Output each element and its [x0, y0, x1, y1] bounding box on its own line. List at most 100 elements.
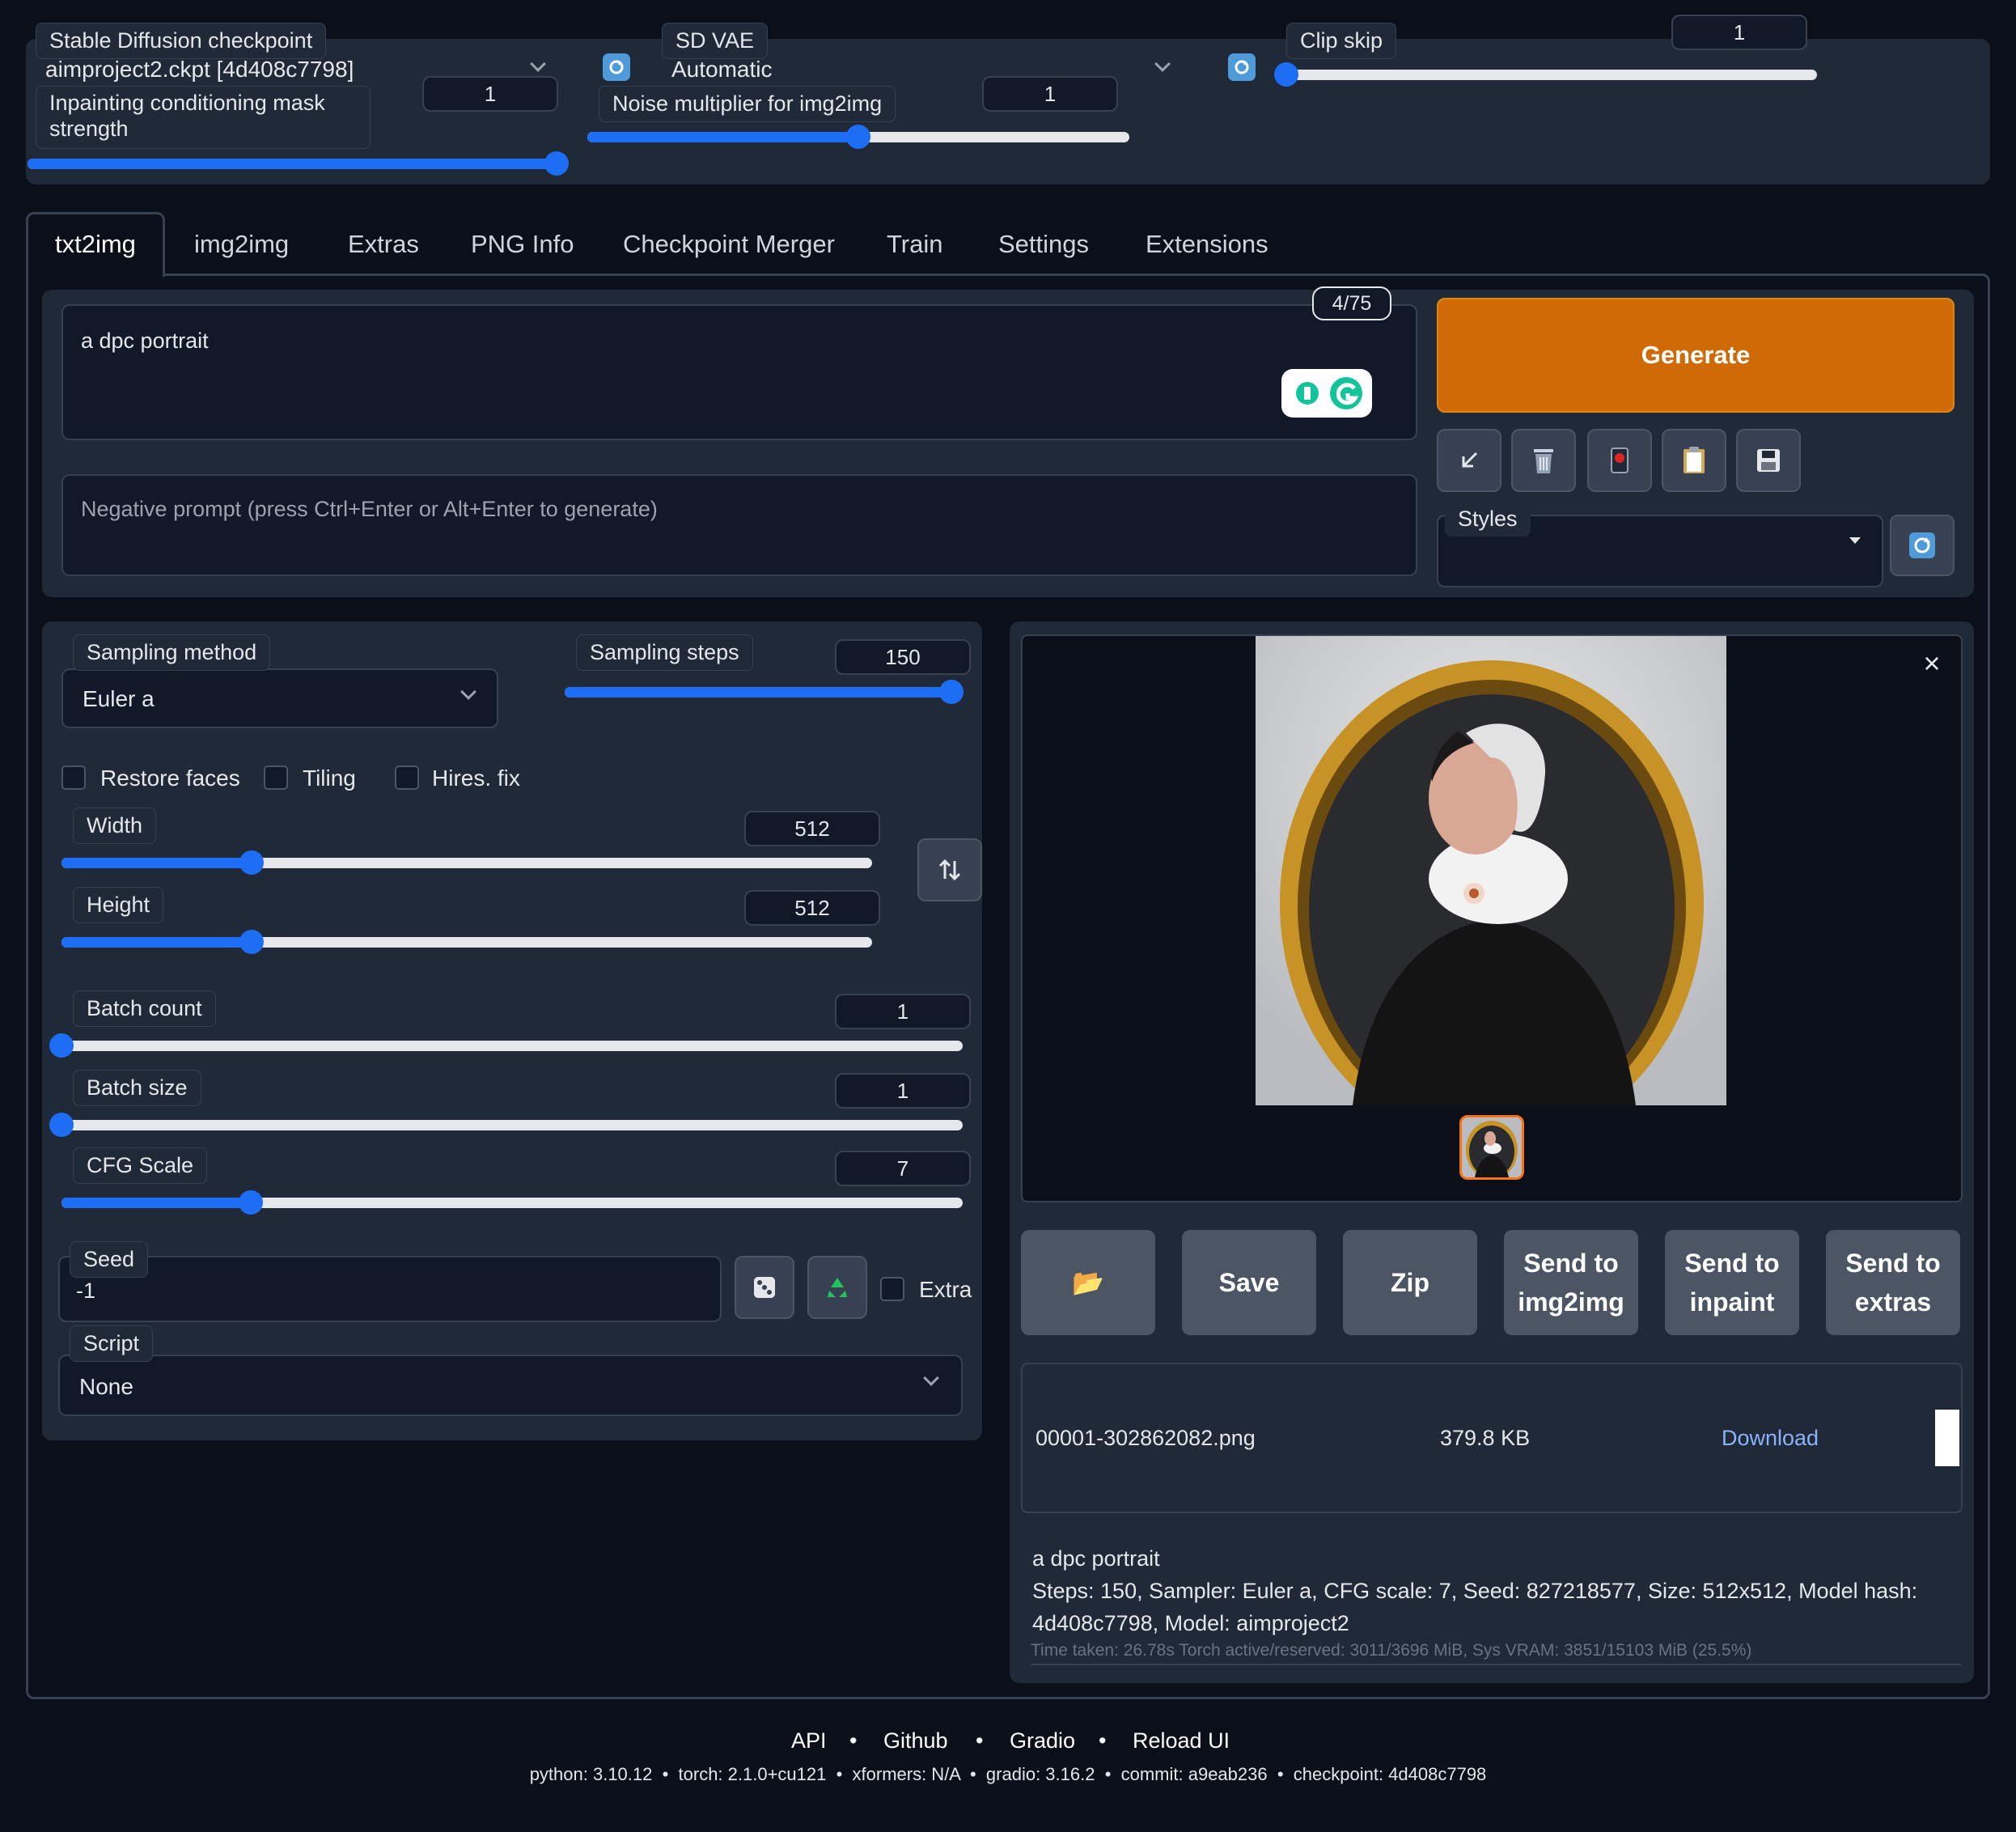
chevron-down-icon [923, 1370, 939, 1386]
close-image-button[interactable]: × [1919, 647, 1945, 680]
sampling-steps-slider[interactable] [565, 680, 964, 704]
batch-size-input[interactable]: 1 [835, 1073, 971, 1109]
tab-png-info[interactable]: PNG Info [471, 212, 574, 277]
batch-count-slider[interactable] [49, 1033, 963, 1058]
swap-dimensions-button[interactable] [917, 838, 982, 901]
seed-input[interactable]: -1 [58, 1256, 722, 1322]
vae-label: SD VAE [662, 23, 769, 59]
tab-checkpoint-merger[interactable]: Checkpoint Merger [623, 212, 835, 277]
random-seed-button[interactable] [735, 1256, 794, 1319]
inpaint-strength-slider[interactable] [28, 151, 569, 176]
width-input[interactable]: 512 [744, 811, 880, 846]
batch-size-slider[interactable] [49, 1113, 963, 1137]
save-button[interactable]: Save [1182, 1230, 1316, 1335]
height-slider[interactable] [61, 930, 872, 954]
footer-link-gradio[interactable]: Gradio [1010, 1728, 1075, 1754]
seed-label: Seed [70, 1241, 149, 1278]
reuse-seed-button[interactable] [807, 1256, 867, 1319]
send-to-inpaint-button[interactable]: Send to inpaint [1665, 1230, 1799, 1335]
file-size: 379.8 KB [1440, 1426, 1531, 1450]
folder-icon: 📂 [1072, 1268, 1104, 1297]
tab-train[interactable]: Train [887, 212, 942, 277]
chevron-down-icon [1154, 56, 1171, 72]
tiling-checkbox[interactable] [264, 765, 288, 790]
show-extra-networks-button[interactable] [1587, 429, 1652, 492]
width-slider[interactable] [61, 850, 872, 875]
clipboard-icon [1684, 447, 1705, 473]
noise-multiplier-slider[interactable] [587, 125, 1129, 149]
red-card-icon [1611, 447, 1628, 473]
zip-button[interactable]: Zip [1343, 1230, 1477, 1335]
noise-multiplier-label: Noise multiplier for img2img [599, 86, 896, 122]
tab-extensions[interactable]: Extensions [1146, 212, 1268, 277]
refresh-icon [609, 60, 624, 74]
cfg-scale-slider[interactable] [61, 1190, 963, 1215]
save-style-button[interactable] [1736, 429, 1801, 492]
file-name: 00001-302862082.png [1036, 1426, 1256, 1450]
thumbnail[interactable] [1459, 1115, 1524, 1180]
footer-link-reload-ui[interactable]: Reload UI [1133, 1728, 1230, 1754]
inpaint-strength-input[interactable]: 1 [422, 76, 558, 112]
sampling-steps-input[interactable]: 150 [835, 639, 971, 675]
clip-skip-input[interactable]: 1 [1671, 15, 1807, 50]
restore-faces-checkbox[interactable] [61, 765, 86, 790]
versions-info: python: 3.10.12 • torch: 2.1.0+cu121 • x… [529, 1764, 1487, 1784]
slider-handle[interactable] [1274, 62, 1298, 87]
prompt-textarea[interactable]: a dpc portrait [61, 304, 1417, 440]
tab-txt2img[interactable]: txt2img [55, 212, 136, 277]
hires-fix-label: Hires. fix [432, 765, 520, 791]
token-counter: 4/75 [1312, 286, 1391, 320]
caret-down-icon [1849, 537, 1861, 544]
extra-seed-label: Extra [919, 1277, 972, 1302]
tab-extras[interactable]: Extras [348, 212, 419, 277]
checkpoint-label: Stable Diffusion checkpoint [36, 23, 327, 59]
generated-image[interactable] [1256, 636, 1726, 1105]
batch-count-input[interactable]: 1 [835, 994, 971, 1029]
slider-handle[interactable] [939, 680, 964, 704]
script-dropdown[interactable]: None [58, 1355, 963, 1416]
refresh-checkpoint-button[interactable] [603, 53, 630, 81]
read-params-button[interactable] [1437, 429, 1501, 492]
width-label: Width [73, 808, 157, 844]
chevron-down-icon [460, 684, 476, 700]
download-link[interactable]: Download [1722, 1426, 1819, 1451]
tab-settings[interactable]: Settings [998, 212, 1089, 277]
open-folder-button[interactable]: 📂 [1021, 1230, 1155, 1335]
trash-icon [1534, 449, 1553, 473]
footer-separator: • [1099, 1728, 1107, 1753]
clip-skip-slider[interactable] [1274, 62, 1817, 87]
recycle-icon [828, 1278, 847, 1297]
sampling-method-dropdown[interactable]: Euler a [61, 668, 498, 728]
hires-fix-checkbox[interactable] [395, 765, 419, 790]
apply-styles-button[interactable] [1662, 429, 1726, 492]
refresh-styles-button[interactable] [1890, 515, 1955, 576]
file-download-box: 00001-302862082.png 379.8 KB Download [1021, 1363, 1963, 1513]
script-label: Script [70, 1325, 154, 1362]
slider-handle[interactable] [49, 1033, 74, 1058]
refresh-vae-button[interactable] [1228, 53, 1256, 81]
dice-icon [754, 1277, 775, 1298]
generate-button[interactable]: Generate [1437, 298, 1955, 413]
restore-faces-label: Restore faces [100, 765, 240, 791]
send-to-extras-button[interactable]: Send to extras [1826, 1230, 1960, 1335]
grammarly-widget[interactable] [1281, 369, 1372, 418]
footer-link-api[interactable]: API [791, 1728, 827, 1754]
tab-img2img[interactable]: img2img [194, 212, 289, 277]
height-input[interactable]: 512 [744, 890, 880, 926]
slider-handle[interactable] [238, 1190, 263, 1215]
clear-prompt-button[interactable] [1511, 429, 1576, 492]
footer-separator: • [976, 1728, 984, 1753]
slider-handle[interactable] [544, 151, 569, 176]
negative-prompt-textarea[interactable]: Negative prompt (press Ctrl+Enter or Alt… [61, 474, 1417, 576]
footer-link-github[interactable]: Github [883, 1728, 948, 1754]
extra-seed-checkbox[interactable] [880, 1277, 904, 1301]
slider-handle[interactable] [49, 1113, 74, 1137]
noise-multiplier-input[interactable]: 1 [982, 76, 1118, 112]
batch-count-label: Batch count [73, 990, 216, 1027]
sampling-method-label: Sampling method [73, 634, 271, 671]
chevron-down-icon [530, 56, 546, 72]
slider-handle[interactable] [846, 125, 870, 149]
send-to-img2img-button[interactable]: Send to img2img [1504, 1230, 1638, 1335]
cfg-scale-input[interactable]: 7 [835, 1151, 971, 1186]
scrollbar[interactable] [1935, 1410, 1959, 1466]
